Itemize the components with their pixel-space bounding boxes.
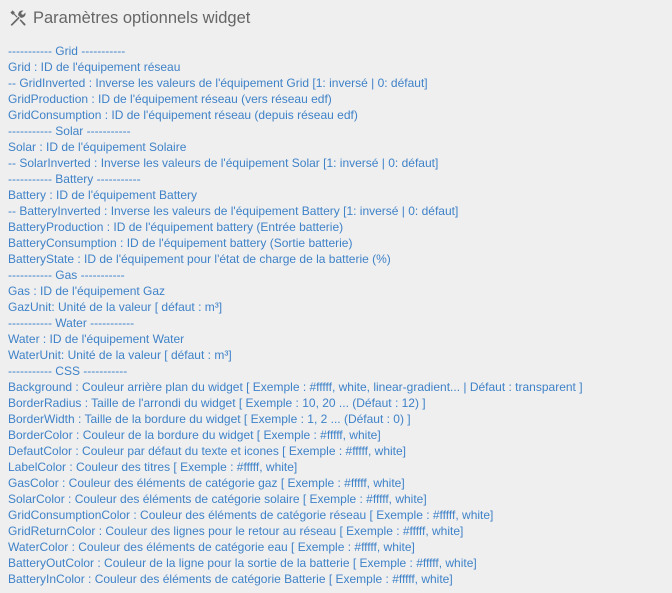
parameter-line: BorderColor : Couleur de la bordure du w… (8, 428, 381, 442)
parameter-line: GasColor : Couleur des éléments de catég… (8, 476, 405, 490)
section-separator: ----------- Grid ----------- (8, 44, 126, 58)
parameter-line: -- GridInverted : Inverse les valeurs de… (8, 76, 428, 90)
parameter-line: Battery : ID de l'équipement Battery (8, 188, 198, 202)
parameter-line: GazUnit: Unité de la valeur [ défaut : m… (8, 300, 223, 314)
parameter-line: BatteryConsumption : ID de l'équipement … (8, 236, 353, 250)
parameter-line: BorderWidth : Taille de la bordure du wi… (8, 412, 411, 426)
parameter-line: GridReturnColor : Couleur des lignes pou… (8, 524, 464, 538)
parameter-line: Solar : ID de l'équipement Solaire (8, 140, 187, 154)
parameter-line: BatteryInColor : Couleur des éléments de… (8, 572, 453, 586)
parameter-line: GridConsumptionColor : Couleur des éléme… (8, 508, 494, 522)
optional-widget-settings-panel: Paramètres optionnels widget -----------… (0, 0, 672, 593)
parameter-line: BatteryOutColor : Couleur de la ligne po… (8, 556, 477, 570)
parameter-line: GridConsumption : ID de l'équipement rés… (8, 108, 358, 122)
parameter-line: Gas : ID de l'équipement Gaz (8, 284, 166, 298)
parameter-line: LabelColor : Couleur des titres [ Exempl… (8, 460, 298, 474)
wrench-screwdriver-icon (9, 9, 27, 27)
section-separator: ----------- Water ----------- (8, 316, 135, 330)
section-separator: ----------- Gas ----------- (8, 268, 125, 282)
parameter-line: BatteryState : ID de l'équipement pour l… (8, 252, 391, 266)
section-separator: ----------- CSS ----------- (8, 364, 128, 378)
parameter-line: DefautColor : Couleur par défaut du text… (8, 444, 407, 458)
parameter-line: WaterColor : Couleur des éléments de cat… (8, 540, 415, 554)
parameter-line: Water : ID de l'équipement Water (8, 332, 185, 346)
parameter-line: -- SolarInverted : Inverse les valeurs d… (8, 156, 439, 170)
parameter-line: BatteryProduction : ID de l'équipement b… (8, 220, 344, 234)
panel-header: Paramètres optionnels widget (9, 7, 250, 29)
parameter-line: SolarColor : Couleur des éléments de cat… (8, 492, 427, 506)
parameter-line: -- BatteryInverted : Inverse les valeurs… (8, 204, 459, 218)
parameter-list: ----------- Grid ----------- Grid : ID de… (8, 43, 583, 587)
parameter-line: GridProduction : ID de l'équipement rése… (8, 92, 332, 106)
panel-title: Paramètres optionnels widget (33, 8, 251, 27)
section-separator: ----------- Solar ----------- (8, 124, 131, 138)
parameter-line: Background : Couleur arrière plan du wid… (8, 380, 583, 394)
parameter-line: Grid : ID de l'équipement réseau (8, 60, 181, 74)
parameter-line: WaterUnit: Unité de la valeur [ défaut :… (8, 348, 232, 362)
parameter-line: BorderRadius : Taille de l'arrondi du wi… (8, 396, 426, 410)
section-separator: ----------- Battery ----------- (8, 172, 141, 186)
